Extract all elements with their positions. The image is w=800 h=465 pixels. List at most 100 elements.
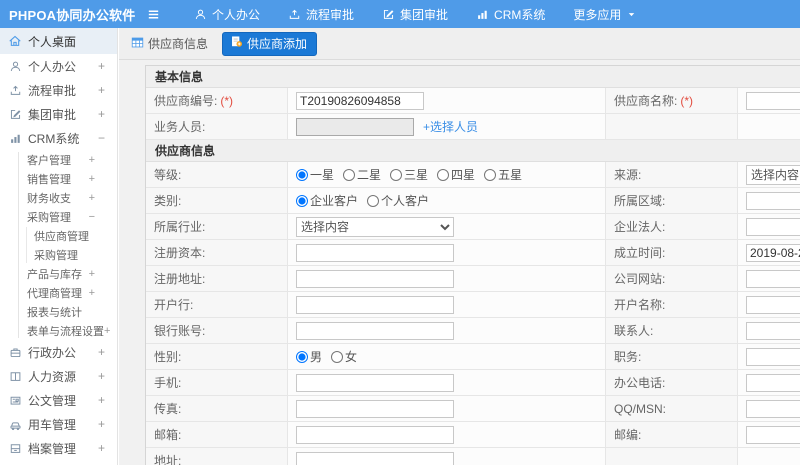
expand-icon[interactable]: + [98, 107, 105, 121]
region-input[interactable] [746, 191, 800, 210]
zip-input[interactable] [746, 425, 800, 444]
legal-person-input[interactable] [746, 217, 800, 236]
field-label: 开户名称: [606, 292, 738, 317]
field-label: 注册地址: [146, 266, 288, 291]
sidebar-item-hr[interactable]: 人力资源 + [0, 364, 117, 388]
form-row: 供应商编号:(*) 供应商名称:(*) [146, 88, 800, 114]
form-row: 类别: 企业客户 个人客户 所属区域: [146, 188, 800, 214]
fax-input[interactable] [296, 399, 454, 418]
reg-address-input[interactable] [296, 269, 454, 288]
category-radio-personal[interactable]: 个人客户 [367, 192, 429, 209]
email-input[interactable] [296, 425, 454, 444]
level-radio-1star[interactable]: 一星 [296, 166, 334, 183]
industry-select[interactable]: 选择内容 [296, 216, 454, 237]
topbar-item-personal-office[interactable]: 个人办公 [180, 0, 274, 28]
bank-account-input[interactable] [296, 321, 454, 340]
expand-icon[interactable]: + [89, 154, 95, 166]
expand-icon[interactable]: + [89, 268, 95, 280]
gender-radio-female[interactable]: 女 [331, 348, 357, 365]
sidebar-subitem-reports[interactable]: 报表与统计 [0, 302, 117, 321]
source-select[interactable]: 选择内容 [746, 164, 800, 185]
sidebar-item-vehicle-mgmt[interactable]: 用车管理 + [0, 412, 117, 436]
category-radio-enterprise[interactable]: 企业客户 [296, 192, 358, 209]
collapse-icon[interactable]: − [89, 211, 95, 223]
expand-icon[interactable]: + [89, 173, 95, 185]
sidebar-item-archive-mgmt[interactable]: 档案管理 + [0, 436, 117, 460]
founded-date-input[interactable] [746, 243, 800, 262]
supplier-name-input[interactable] [746, 91, 800, 110]
form-row: 等级: 一星 二星 三星 四星 五星 来源: 选择内容 [146, 162, 800, 188]
level-radio-5star[interactable]: 五星 [484, 166, 522, 183]
field-label: 地址: [146, 448, 288, 465]
expand-icon[interactable]: + [104, 325, 110, 337]
expand-icon[interactable]: + [98, 393, 105, 407]
caret-down-icon [626, 9, 637, 20]
address-input[interactable] [296, 451, 454, 465]
account-name-input[interactable] [746, 295, 800, 314]
tab-bar: 供应商信息 供应商添加 [119, 28, 800, 60]
field-label: 性别: [146, 344, 288, 369]
sidebar-subitem-customer-mgmt[interactable]: 客户管理 + [0, 150, 117, 169]
sidebar-item-process-approval[interactable]: 流程审批 + [0, 78, 117, 102]
sidebar-subitem-agent-mgmt[interactable]: 代理商管理 + [0, 283, 117, 302]
topbar-item-crm[interactable]: CRM系统 [462, 0, 559, 28]
sidebar-subsubitem-supplier-mgmt[interactable]: 供应商管理 [0, 226, 117, 245]
level-radio-4star[interactable]: 四星 [437, 166, 475, 183]
field-label: 开户行: [146, 292, 288, 317]
field-label: 来源: [606, 162, 738, 187]
tab-supplier-add[interactable]: 供应商添加 [222, 31, 318, 56]
sidebar-item-admin-office[interactable]: 行政办公 + [0, 340, 117, 364]
sidebar-subitem-form-flow-settings[interactable]: 表单与流程设置 + [0, 321, 117, 340]
topbar-item-process-approval[interactable]: 流程审批 [274, 0, 368, 28]
sidebar-item-personal-desktop[interactable]: 个人桌面 [0, 28, 117, 54]
sidebar-item-crm[interactable]: CRM系统 − [0, 126, 117, 150]
sidebar-subitem-purchase-mgmt[interactable]: 采购管理 − [0, 207, 117, 226]
form-row: 传真: QQ/MSN: [146, 396, 800, 422]
document-icon [8, 393, 22, 407]
edit-icon [8, 107, 22, 121]
position-input[interactable] [746, 347, 800, 366]
form-row: 性别: 男 女 职务: [146, 344, 800, 370]
topbar-item-group-approval[interactable]: 集团审批 [368, 0, 462, 28]
expand-icon[interactable]: + [98, 59, 105, 73]
choose-staff-link[interactable]: +选择人员 [423, 118, 478, 135]
sidebar-subitem-product-inventory[interactable]: 产品与库存 + [0, 264, 117, 283]
sidebar-item-group-approval[interactable]: 集团审批 + [0, 102, 117, 126]
sidebar-subsubitem-purchase-mgmt[interactable]: 采购管理 [0, 245, 117, 264]
website-input[interactable] [746, 269, 800, 288]
topbar-item-more-apps[interactable]: 更多应用 [559, 0, 651, 28]
expand-icon[interactable]: + [98, 441, 105, 455]
form-row: 所属行业: 选择内容 企业法人: [146, 214, 800, 240]
qq-msn-input[interactable] [746, 399, 800, 418]
sidebar-subitem-finance[interactable]: 财务收支 + [0, 188, 117, 207]
office-phone-input[interactable] [746, 373, 800, 392]
gender-radio-male[interactable]: 男 [296, 348, 322, 365]
tab-supplier-info[interactable]: 供应商信息 [131, 35, 208, 52]
reg-capital-input[interactable] [296, 243, 454, 262]
sidebar-item-personal-office[interactable]: 个人办公 + [0, 54, 117, 78]
hamburger-menu-icon[interactable] [142, 3, 164, 25]
sidebar-item-label: 集团审批 [28, 107, 77, 122]
level-radio-3star[interactable]: 三星 [390, 166, 428, 183]
supplier-no-input[interactable] [296, 91, 424, 110]
level-radio-2star[interactable]: 二星 [343, 166, 381, 183]
expand-icon[interactable]: + [98, 369, 105, 383]
purchase-submenu: 供应商管理 采购管理 [0, 226, 117, 264]
sidebar-item-label: 表单与流程设置 [27, 325, 104, 338]
bank-input[interactable] [296, 295, 454, 314]
expand-icon[interactable]: + [98, 345, 105, 359]
expand-icon[interactable]: + [98, 83, 105, 97]
form-row: 银行账号: 联系人: [146, 318, 800, 344]
sidebar-item-document-mgmt[interactable]: 公文管理 + [0, 388, 117, 412]
required-mark: (*) [680, 93, 694, 108]
expand-icon[interactable]: + [98, 417, 105, 431]
collapse-icon[interactable]: − [98, 131, 105, 145]
form-row: 手机: 办公电话: [146, 370, 800, 396]
contact-input[interactable] [746, 321, 800, 340]
expand-icon[interactable]: + [89, 192, 95, 204]
field-label: 注册资本: [146, 240, 288, 265]
expand-icon[interactable]: + [89, 287, 95, 299]
staff-input [296, 117, 414, 136]
mobile-input[interactable] [296, 373, 454, 392]
sidebar-subitem-sales-mgmt[interactable]: 销售管理 + [0, 169, 117, 188]
